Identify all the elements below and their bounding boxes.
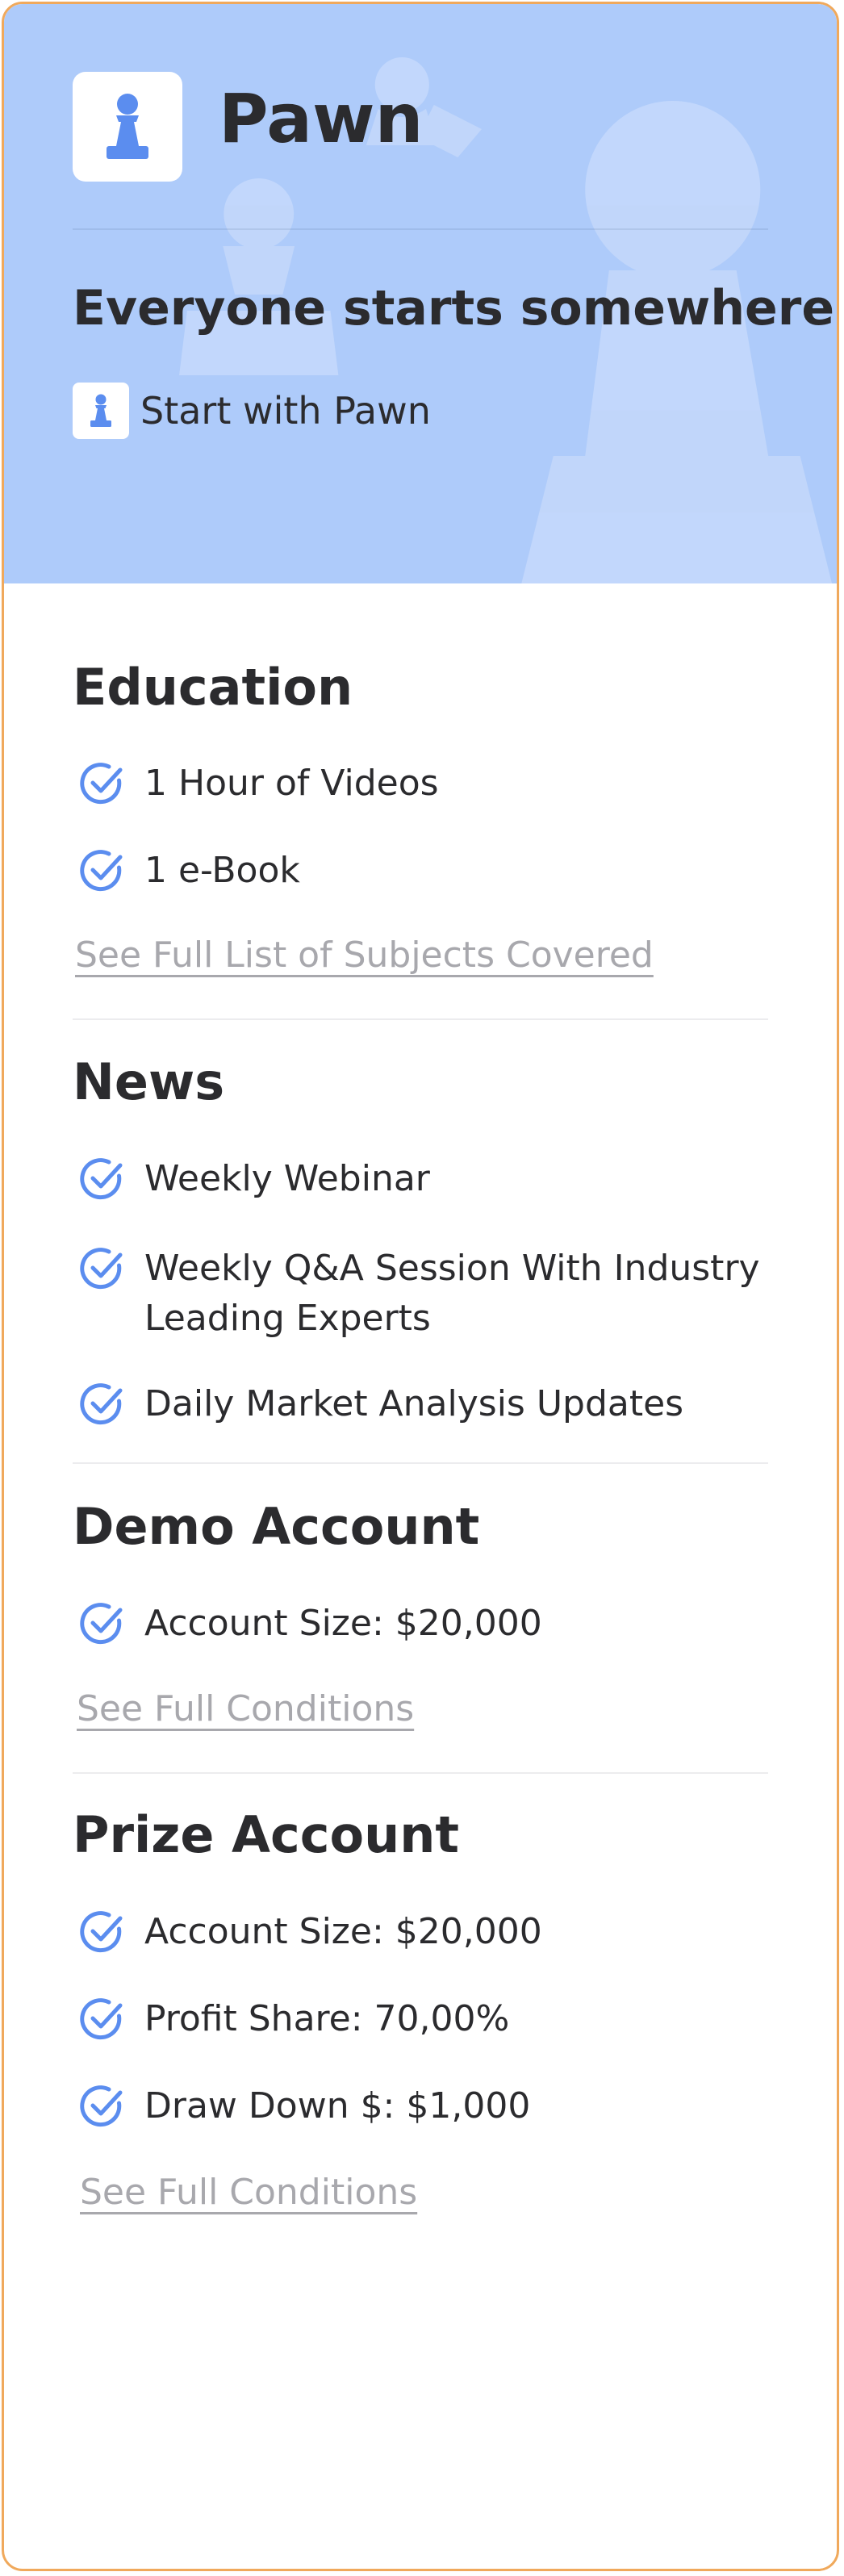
see-full-list-link[interactable]: See Full List of Subjects Covered — [75, 935, 654, 976]
check-circle-icon — [80, 1911, 123, 1953]
hero-divider — [73, 228, 768, 230]
plan-tagline: Everyone starts somewhere — [73, 280, 835, 337]
list-item: Weekly Q&A Session With Industry Leading… — [77, 1244, 774, 1344]
check-circle-icon — [80, 1998, 123, 2040]
check-circle-icon — [80, 1158, 123, 1200]
item-text: Weekly Webinar — [144, 1158, 430, 1199]
section-title-prize-account: Prize Account — [73, 1805, 459, 1864]
list-item: Profit Share: 70,00% — [77, 1994, 509, 2044]
pawn-logo — [73, 72, 182, 182]
item-text: 1 Hour of Videos — [144, 763, 439, 804]
list-item: Weekly Webinar — [77, 1154, 430, 1204]
list-item: Draw Down $: $1,000 — [77, 2081, 530, 2131]
section-divider — [73, 1462, 768, 1464]
start-with-pawn-button[interactable]: Start with Pawn — [73, 383, 431, 439]
plan-card: Pawn Everyone starts somewhere Start wit… — [2, 2, 839, 2571]
check-circle-icon — [80, 1248, 123, 1290]
check-circle-icon — [80, 1383, 123, 1425]
check-circle-icon — [80, 763, 123, 805]
item-text: Profit Share: 70,00% — [144, 1998, 510, 2039]
see-full-conditions-demo-link[interactable]: See Full Conditions — [77, 1688, 414, 1729]
section-divider — [73, 1018, 768, 1020]
check-circle-icon — [80, 1603, 123, 1645]
see-full-conditions-prize-link[interactable]: See Full Conditions — [80, 2172, 417, 2213]
list-item: 1 e-Book — [77, 846, 300, 896]
start-with-pawn-label: Start with Pawn — [140, 389, 431, 433]
item-text: Draw Down $: $1,000 — [144, 2085, 531, 2126]
plan-name: Pawn — [219, 79, 424, 158]
section-title-education: Education — [73, 658, 353, 717]
item-text: Weekly Q&A Session With Industry Leading… — [144, 1248, 760, 1339]
item-text: 1 e-Book — [144, 850, 300, 891]
item-text: Daily Market Analysis Updates — [144, 1383, 684, 1424]
section-divider — [73, 1772, 768, 1774]
list-item: 1 Hour of Videos — [77, 759, 439, 809]
list-item: Daily Market Analysis Updates — [77, 1379, 683, 1429]
check-circle-icon — [80, 850, 123, 892]
pawn-small-icon — [73, 383, 129, 439]
pawn-icon — [107, 94, 148, 159]
list-item: Account Size: $20,000 — [77, 1599, 542, 1649]
section-title-news: News — [73, 1052, 225, 1111]
plan-hero: Pawn Everyone starts somewhere Start wit… — [4, 4, 837, 583]
item-text: Account Size: $20,000 — [144, 1603, 542, 1644]
list-item: Account Size: $20,000 — [77, 1907, 542, 1957]
section-title-demo-account: Demo Account — [73, 1497, 480, 1556]
check-circle-icon — [80, 2085, 123, 2127]
item-text: Account Size: $20,000 — [144, 1911, 542, 1952]
